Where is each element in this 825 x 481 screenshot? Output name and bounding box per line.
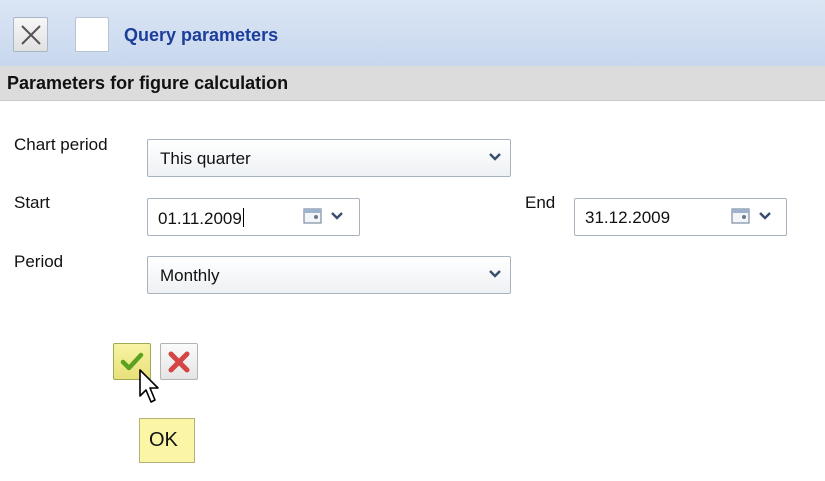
- tooltip-text: OK: [149, 429, 178, 451]
- chevron-down-icon: [489, 270, 501, 278]
- ok-tooltip: OK: [139, 418, 195, 463]
- section-header: Parameters for figure calculation: [0, 66, 825, 101]
- chevron-down-icon[interactable]: [330, 211, 344, 221]
- end-label: End: [525, 193, 556, 212]
- cancel-button[interactable]: [160, 343, 198, 380]
- section-title: Parameters for figure calculation: [7, 73, 289, 93]
- mouse-pointer-icon: [139, 369, 159, 403]
- calendar-icon[interactable]: [303, 207, 323, 225]
- dialog-header: Query parameters: [0, 0, 825, 67]
- period-select[interactable]: Monthly: [147, 256, 511, 294]
- close-button[interactable]: [13, 17, 48, 52]
- chevron-down-icon[interactable]: [758, 211, 772, 221]
- text-caret: [242, 208, 244, 227]
- blank-toolbar-button[interactable]: [75, 17, 109, 52]
- period-label: Period: [14, 252, 64, 271]
- chevron-down-icon: [489, 153, 501, 161]
- start-date-input[interactable]: 01.11.2009: [147, 198, 360, 236]
- dialog-title: Query parameters: [124, 25, 279, 45]
- end-date-input[interactable]: 31.12.2009: [574, 198, 787, 236]
- period-value: Monthly: [160, 266, 220, 285]
- x-icon: [168, 351, 190, 373]
- start-date-value: 01.11.2009: [158, 209, 242, 228]
- chart-period-label: Chart period: [14, 135, 108, 154]
- start-label: Start: [14, 193, 50, 212]
- calendar-icon[interactable]: [731, 207, 751, 225]
- close-icon: [21, 25, 41, 45]
- chart-period-select[interactable]: This quarter: [147, 139, 511, 177]
- chart-period-value: This quarter: [160, 149, 251, 168]
- end-date-value: 31.12.2009: [585, 208, 671, 227]
